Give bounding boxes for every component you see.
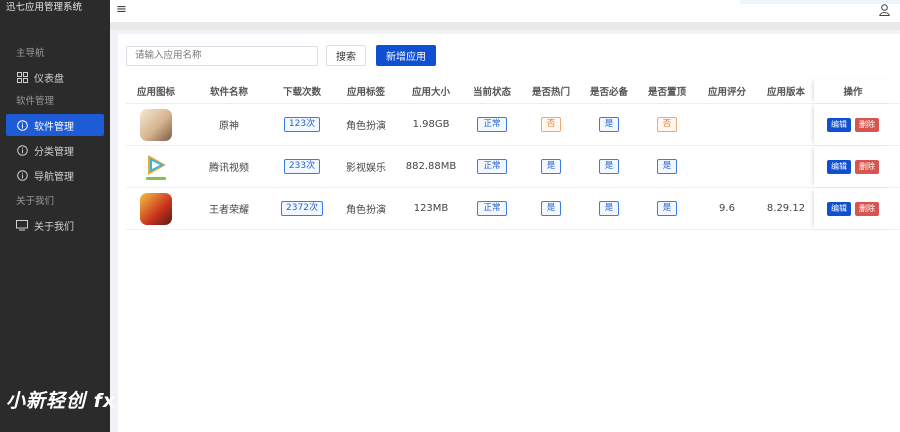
grid-icon xyxy=(16,71,28,83)
sidebar-item-label: 关于我们 xyxy=(34,221,74,233)
download-count-tag: 123次 xyxy=(283,117,321,132)
sidebar: 迅七应用管理系统 主导航 仪表盘 软件管理 软件管理 分类管理 导航管理 关于我… xyxy=(0,0,115,432)
essential-badge: 是 xyxy=(598,159,620,174)
edit-button[interactable]: 编辑 xyxy=(827,201,851,216)
add-app-button[interactable]: 新增应用 xyxy=(376,45,436,66)
genshin-app-icon xyxy=(140,108,172,141)
hot-badge: 否 xyxy=(540,117,562,132)
search-button[interactable]: 搜索 xyxy=(326,45,366,66)
top-badge: 是 xyxy=(656,201,678,216)
app-size: 882.88MB xyxy=(405,161,457,172)
hot-badge: 是 xyxy=(540,201,562,216)
honor-of-kings-app-icon xyxy=(140,192,172,225)
search-bar: 搜索 新增应用 xyxy=(126,45,436,66)
tencent-video-app-icon xyxy=(140,150,172,183)
row-actions: 编辑 删除 xyxy=(814,146,892,187)
column-header: 是否必备 xyxy=(589,87,628,98)
delete-button[interactable]: 删除 xyxy=(855,159,879,174)
column-header: 是否置顶 xyxy=(647,87,686,98)
edit-button[interactable]: 编辑 xyxy=(827,159,851,174)
top-badge: 否 xyxy=(656,117,678,132)
top-accent-strip xyxy=(740,0,900,4)
sidebar-item-dashboard[interactable]: 仪表盘 xyxy=(0,66,110,88)
column-header: 下载次数 xyxy=(282,87,321,98)
app-size: 1.98GB xyxy=(412,119,450,130)
sidebar-item-label: 仪表盘 xyxy=(34,73,64,85)
status-badge: 正常 xyxy=(477,117,507,132)
app-size: 123MB xyxy=(413,203,449,214)
column-header: 操作 xyxy=(814,79,892,103)
nav-group-title-software: 软件管理 xyxy=(16,96,55,107)
table-row: 腾讯视频 233次 影视娱乐 882.88MB 正常 是 是 是 编辑 删除 xyxy=(126,146,900,188)
tab-strip xyxy=(110,22,900,30)
app-tag: 角色扮演 xyxy=(346,121,386,132)
monitor-icon xyxy=(16,219,28,231)
app-title: 迅七应用管理系统 xyxy=(6,2,83,13)
table-row: 原神 123次 角色扮演 1.98GB 正常 否 是 否 编辑 删除 xyxy=(126,104,900,146)
main-content: 搜索 新增应用 应用图标 软件名称 下载次数 应用标签 应用大小 当前状态 是否… xyxy=(118,34,900,432)
top-bar: ≡ xyxy=(110,0,900,22)
app-tag: 影视娱乐 xyxy=(346,163,386,174)
info-circle-icon xyxy=(16,119,28,131)
download-count-tag: 233次 xyxy=(283,159,321,174)
essential-badge: 是 xyxy=(598,201,620,216)
status-badge: 正常 xyxy=(477,201,507,216)
table-header: 应用图标 软件名称 下载次数 应用标签 应用大小 当前状态 是否热门 是否必备 … xyxy=(126,79,900,104)
info-circle-icon xyxy=(16,144,28,156)
nav-group-title-main: 主导航 xyxy=(16,48,45,59)
status-badge: 正常 xyxy=(477,159,507,174)
app-tag: 角色扮演 xyxy=(346,205,386,216)
user-icon[interactable] xyxy=(879,4,890,19)
delete-button[interactable]: 删除 xyxy=(855,117,879,132)
app-table: 应用图标 软件名称 下载次数 应用标签 应用大小 当前状态 是否热门 是否必备 … xyxy=(126,79,900,230)
top-badge: 是 xyxy=(656,159,678,174)
sidebar-item-category[interactable]: 分类管理 xyxy=(0,139,110,161)
column-header: 是否热门 xyxy=(531,87,570,98)
sidebar-item-label: 软件管理 xyxy=(34,121,74,133)
sidebar-item-label: 导航管理 xyxy=(34,171,74,183)
edit-button[interactable]: 编辑 xyxy=(827,117,851,132)
app-version: 8.29.12 xyxy=(766,203,806,214)
search-input[interactable] xyxy=(126,45,318,66)
nav-group-title-about: 关于我们 xyxy=(16,196,55,207)
info-circle-icon xyxy=(16,169,28,181)
watermark: 小新轻创 fx xyxy=(6,390,117,412)
download-count-tag: 2372次 xyxy=(281,201,323,216)
column-header: 应用版本 xyxy=(766,87,805,98)
column-header: 当前状态 xyxy=(472,87,511,98)
app-rating: 9.6 xyxy=(719,203,735,214)
column-header: 应用评分 xyxy=(707,87,746,98)
column-header: 应用图标 xyxy=(136,87,175,98)
app-name: 王者荣耀 xyxy=(209,205,249,216)
app-name: 原神 xyxy=(219,121,239,132)
delete-button[interactable]: 删除 xyxy=(855,201,879,216)
sidebar-item-label: 分类管理 xyxy=(34,146,74,158)
hot-badge: 是 xyxy=(540,159,562,174)
sidebar-item-navigation[interactable]: 导航管理 xyxy=(0,164,110,186)
column-header: 应用标签 xyxy=(346,87,385,98)
column-header: 应用大小 xyxy=(411,87,450,98)
sidebar-item-software[interactable]: 软件管理 xyxy=(6,114,104,136)
sidebar-item-about[interactable]: 关于我们 xyxy=(0,214,110,236)
row-actions: 编辑 删除 xyxy=(814,104,892,145)
menu-toggle-icon[interactable]: ≡ xyxy=(116,2,127,17)
essential-badge: 是 xyxy=(598,117,620,132)
table-row: 王者荣耀 2372次 角色扮演 123MB 正常 是 是 是 9.6 8.29.… xyxy=(126,188,900,230)
row-actions: 编辑 删除 xyxy=(814,188,892,229)
app-name: 腾讯视频 xyxy=(209,163,249,174)
column-header: 软件名称 xyxy=(209,87,248,98)
